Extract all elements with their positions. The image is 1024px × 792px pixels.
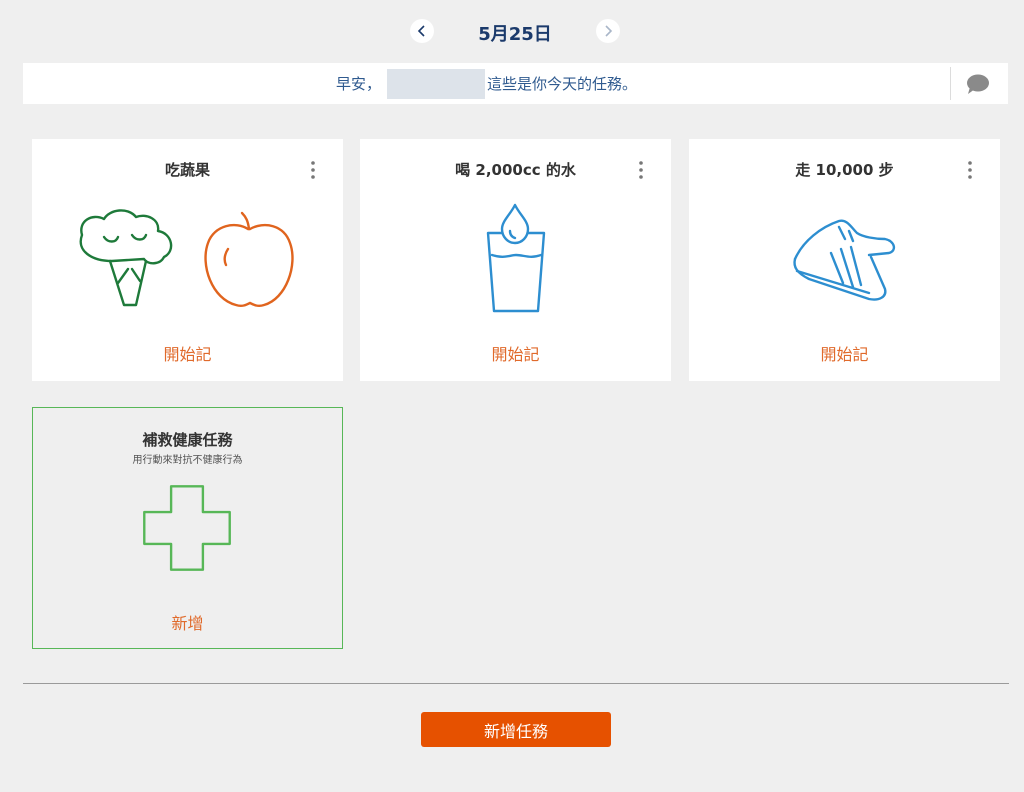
more-vertical-icon xyxy=(968,161,972,179)
task-title: 走 10,000 步 xyxy=(795,161,894,179)
start-log-link[interactable]: 開始記 xyxy=(32,341,343,365)
water-glass-icon xyxy=(486,203,546,313)
chevron-right-icon xyxy=(605,25,613,37)
remedy-subtitle: 用行動來對抗不健康行為 xyxy=(132,455,243,466)
chevron-left-icon xyxy=(417,25,425,37)
task-title: 喝 2,000cc 的水 xyxy=(455,161,576,179)
more-vertical-icon xyxy=(311,161,315,179)
add-task-button[interactable]: 新增任務 xyxy=(421,712,611,747)
start-log-link[interactable]: 開始記 xyxy=(360,341,671,365)
more-vertical-icon xyxy=(639,161,643,179)
greeting-suffix: 這些是你今天的任務。 xyxy=(487,75,638,93)
greeting-bar: 早安， 這些是你今天的任務。 xyxy=(23,63,1008,104)
sneaker-icon xyxy=(793,219,896,301)
task-menu-button[interactable] xyxy=(305,159,321,181)
broccoli-apple-icon xyxy=(79,209,294,308)
remedy-add-link[interactable]: 新增 xyxy=(33,610,342,634)
task-title: 吃蔬果 xyxy=(164,161,210,179)
task-card-water[interactable]: 喝 2,000cc 的水 開始記 xyxy=(360,139,671,381)
greeting-text: 早安， 這些是你今天的任務。 xyxy=(23,63,950,104)
chat-divider xyxy=(950,67,951,100)
next-day-button[interactable] xyxy=(596,19,620,43)
section-divider xyxy=(23,683,1009,684)
speech-bubble-icon xyxy=(967,74,989,94)
task-card-steps[interactable]: 走 10,000 步 開始記 xyxy=(689,139,1000,381)
task-card-vegetables[interactable]: 吃蔬果 開始記 xyxy=(32,139,343,381)
remedy-title: 補救健康任務 xyxy=(142,431,233,449)
remedy-task-card[interactable]: 補救健康任務 用行動來對抗不健康行為 新增 xyxy=(32,407,343,649)
start-log-link[interactable]: 開始記 xyxy=(689,341,1000,365)
greeting-prefix: 早安， xyxy=(335,75,381,93)
date-navigation: 5月25日 xyxy=(0,16,1024,46)
date-title: 5月25日 xyxy=(478,24,552,45)
chat-button[interactable] xyxy=(963,71,993,97)
previous-day-button[interactable] xyxy=(410,19,434,43)
task-menu-button[interactable] xyxy=(962,159,978,181)
plus-cross-icon xyxy=(143,485,231,571)
task-menu-button[interactable] xyxy=(633,159,649,181)
user-name-placeholder xyxy=(387,68,485,99)
